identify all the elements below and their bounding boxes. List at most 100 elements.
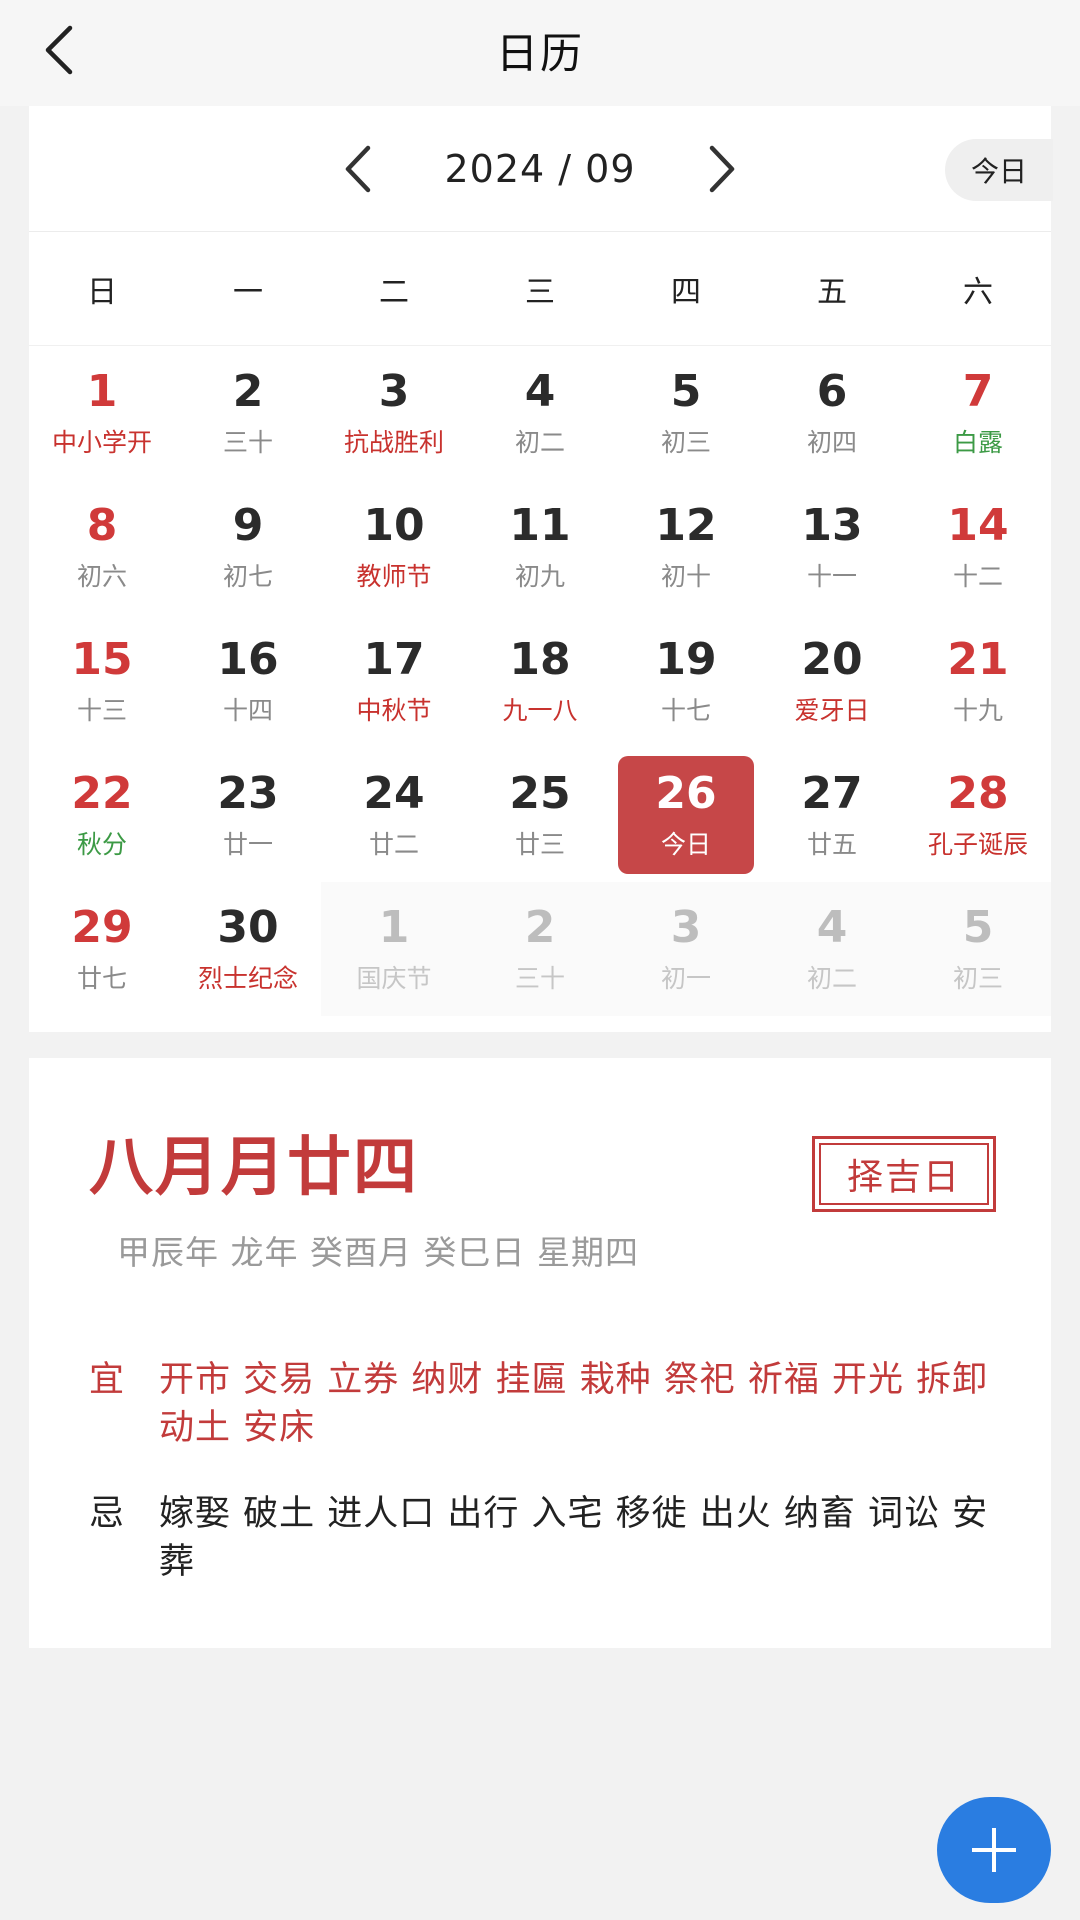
day-number: 10: [363, 500, 425, 551]
day-cell[interactable]: 10 教师节: [321, 480, 467, 614]
day-lunar-label: 初七: [222, 562, 273, 591]
chevron-right-icon: [709, 145, 734, 192]
day-number: 9: [232, 500, 264, 551]
almanac-card: 八月月廿四 择吉日 甲辰年 龙年 癸酉月 癸巳日 星期四 宜 开市 交易 立券 …: [29, 1058, 1051, 1648]
calendar-card: 2024 / 09 今日 日 一 二 三 四 五 六 1 中小学开 2 三十 3 抗战胜利…: [29, 106, 1053, 1032]
day-cell[interactable]: 8 初六: [29, 480, 175, 614]
add-event-button[interactable]: [937, 1797, 1051, 1903]
day-lunar-label: 爱牙日: [794, 696, 870, 725]
day-number: 4: [816, 902, 848, 953]
day-number: 28: [947, 768, 1009, 819]
day-cell[interactable]: 17 中秋节: [321, 614, 467, 748]
day-number: 20: [801, 634, 863, 685]
day-cell[interactable]: 7 白露: [905, 346, 1051, 480]
day-cell[interactable]: 5 初三: [613, 346, 759, 480]
day-cell[interactable]: 12 初十: [613, 480, 759, 614]
weekday-fri: 五: [817, 274, 847, 310]
day-cell[interactable]: 4 初二: [759, 882, 905, 1016]
day-number: 15: [71, 634, 133, 685]
day-lunar-label: 今日: [660, 830, 711, 859]
day-lunar-label: 初四: [806, 428, 857, 457]
day-number: 16: [217, 634, 279, 685]
top-bar: 日历: [0, 0, 1080, 106]
page-title: 日历: [495, 28, 584, 78]
day-number: 13: [801, 500, 863, 551]
day-lunar-label: 十四: [222, 696, 273, 725]
yi-label: 宜: [89, 1360, 125, 1400]
auspicious-day-button[interactable]: 择吉日: [812, 1136, 996, 1212]
day-cell[interactable]: 24 廿二: [321, 748, 467, 882]
day-lunar-label: 九一八: [502, 696, 578, 725]
day-cell[interactable]: 19 十七: [613, 614, 759, 748]
day-lunar-label: 十三: [76, 696, 127, 725]
day-lunar-label: 廿七: [76, 964, 127, 993]
day-lunar-label: 初二: [806, 964, 857, 993]
day-number: 7: [962, 366, 994, 417]
day-number: 17: [363, 634, 425, 685]
back-arrow-icon: [45, 25, 73, 75]
day-lunar-label: 廿二: [368, 830, 419, 859]
day-lunar-label: 十九: [952, 696, 1003, 725]
day-number: 3: [378, 366, 410, 417]
day-lunar-label: 初六: [76, 562, 127, 591]
ganzhi-text: 甲辰年 龙年 癸酉月 癸巳日 星期四: [117, 1233, 639, 1272]
chevron-left-icon: [346, 145, 371, 192]
weekday-sat: 六: [963, 274, 993, 310]
day-cell[interactable]: 11 初九: [467, 480, 613, 614]
plus-icon: [972, 1828, 1016, 1872]
day-number: 2: [232, 366, 264, 417]
day-cell[interactable]: 14 十二: [905, 480, 1051, 614]
day-cell[interactable]: 6 初四: [759, 346, 905, 480]
day-cell[interactable]: 27 廿五: [759, 748, 905, 882]
day-cell[interactable]: 15 十三: [29, 614, 175, 748]
day-cell[interactable]: 28 孔子诞辰: [905, 748, 1051, 882]
day-cell[interactable]: 20 爱牙日: [759, 614, 905, 748]
back-button[interactable]: [30, 20, 90, 80]
yi-row: 宜 开市 交易 立券 纳财 挂匾 栽种 祭祀 祈福 开光 拆卸 动土 安床: [89, 1356, 1009, 1452]
day-lunar-label: 白露: [952, 428, 1003, 457]
day-cell[interactable]: 5 初三: [905, 882, 1051, 1016]
day-number: 6: [816, 366, 848, 417]
prev-month-button[interactable]: [329, 139, 389, 199]
day-cell[interactable]: 1 国庆节: [321, 882, 467, 1016]
today-button[interactable]: 今日: [945, 139, 1053, 201]
day-cell[interactable]: 29 廿七: [29, 882, 175, 1016]
day-cell[interactable]: 23 廿一: [175, 748, 321, 882]
day-cell-today[interactable]: 26 今日: [613, 748, 759, 882]
ji-label: 忌: [89, 1494, 125, 1534]
day-number: 2: [524, 902, 556, 953]
day-number: 5: [670, 366, 702, 417]
day-number: 5: [962, 902, 994, 953]
day-cell[interactable]: 1 中小学开: [29, 346, 175, 480]
day-cell[interactable]: 18 九一八: [467, 614, 613, 748]
day-number: 24: [363, 768, 425, 819]
ji-row: 忌 嫁娶 破土 进人口 出行 入宅 移徙 出火 纳畜 词讼 安葬: [89, 1490, 1009, 1586]
day-cell[interactable]: 16 十四: [175, 614, 321, 748]
day-cell[interactable]: 3 抗战胜利: [321, 346, 467, 480]
day-cell[interactable]: 2 三十: [175, 346, 321, 480]
month-label[interactable]: 2024 / 09: [444, 147, 635, 191]
day-cell[interactable]: 30 烈士纪念: [175, 882, 321, 1016]
day-number: 14: [947, 500, 1009, 551]
day-cell[interactable]: 22 秋分: [29, 748, 175, 882]
day-cell[interactable]: 13 十一: [759, 480, 905, 614]
day-number: 23: [217, 768, 279, 819]
day-number: 21: [947, 634, 1009, 685]
day-number: 3: [670, 902, 702, 953]
next-month-button[interactable]: [691, 139, 751, 199]
day-lunar-label: 初一: [660, 964, 711, 993]
day-cell[interactable]: 21 十九: [905, 614, 1051, 748]
day-cell[interactable]: 4 初二: [467, 346, 613, 480]
day-cell[interactable]: 25 廿三: [467, 748, 613, 882]
day-cell[interactable]: 2 三十: [467, 882, 613, 1016]
day-lunar-label: 抗战胜利: [343, 428, 444, 457]
day-number: 8: [86, 500, 118, 551]
day-lunar-label: 十二: [952, 562, 1003, 591]
lunar-date: 八月月廿四: [89, 1131, 419, 1205]
day-cell[interactable]: 3 初一: [613, 882, 759, 1016]
day-lunar-label: 十一: [806, 562, 857, 591]
day-number: 1: [86, 366, 118, 417]
day-lunar-label: 烈士纪念: [197, 964, 298, 993]
day-cell[interactable]: 9 初七: [175, 480, 321, 614]
day-number: 30: [217, 902, 279, 953]
